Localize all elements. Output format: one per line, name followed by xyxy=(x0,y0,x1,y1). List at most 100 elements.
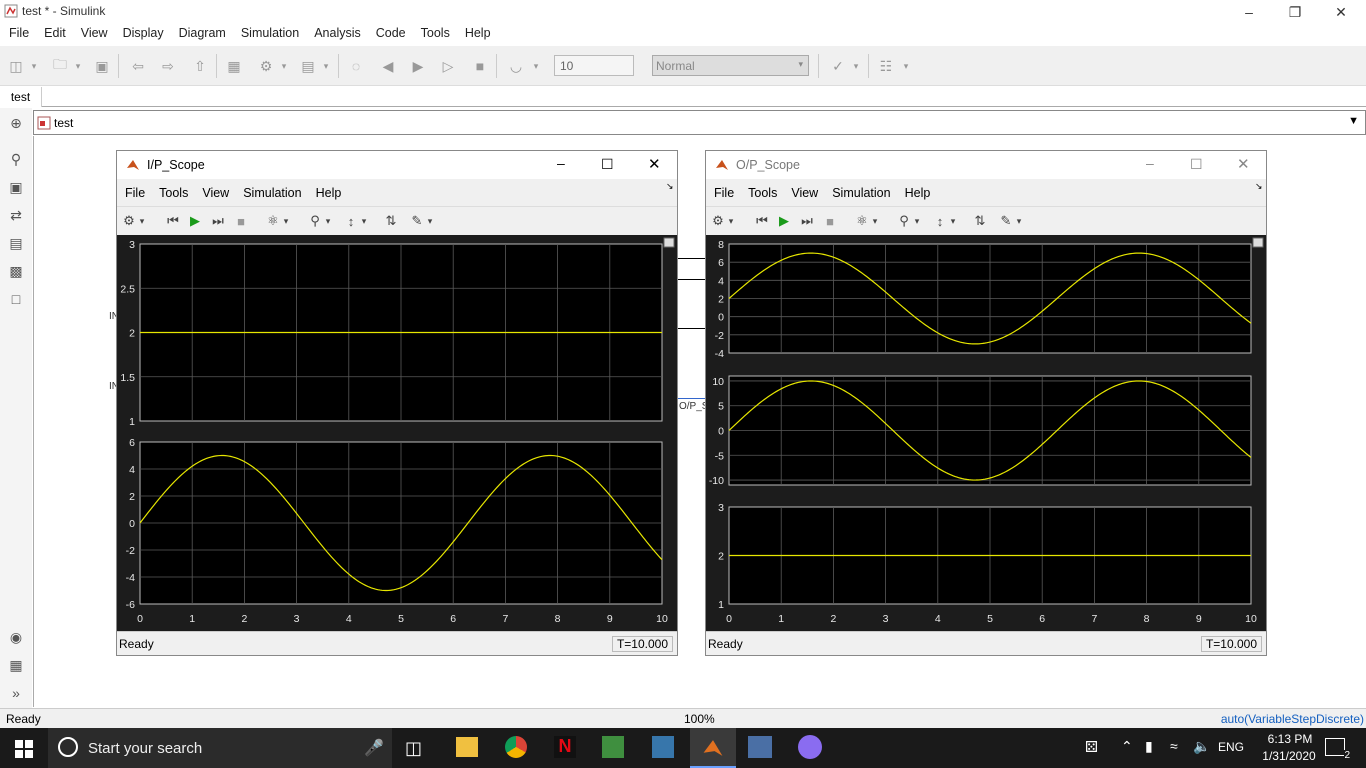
image-icon[interactable]: ▩ xyxy=(6,262,26,280)
menu-code[interactable]: Code xyxy=(369,24,414,44)
chevron-down-icon[interactable]: ▾ xyxy=(530,56,542,76)
clock-date[interactable]: 1/31/2020 xyxy=(1256,749,1322,763)
signal-line[interactable] xyxy=(677,328,707,329)
expand-icon[interactable]: » xyxy=(6,684,26,702)
maximize-button[interactable]: ☐ xyxy=(601,156,614,173)
chevron-down-icon[interactable]: ▾ xyxy=(912,211,922,231)
windows-start-icon[interactable] xyxy=(15,740,33,758)
scope-view-icon[interactable]: ◡ xyxy=(506,56,526,76)
measurements-icon[interactable]: ✎ xyxy=(407,211,427,231)
file-explorer-icon[interactable] xyxy=(456,737,478,757)
netflix-icon[interactable]: N xyxy=(554,736,576,758)
chevron-down-icon[interactable]: ▾ xyxy=(72,56,84,76)
up-arrow-icon[interactable]: ⇧ xyxy=(190,56,210,76)
restore-button[interactable]: ❐ xyxy=(1272,0,1318,24)
signal-line[interactable] xyxy=(677,258,707,259)
area-icon[interactable]: □ xyxy=(6,290,26,308)
chevron-down-icon[interactable]: ▾ xyxy=(323,211,333,231)
maximize-button[interactable]: ☐ xyxy=(1190,156,1203,173)
chevron-down-icon[interactable]: ▾ xyxy=(425,211,435,231)
build-icon[interactable]: ☷ xyxy=(876,56,896,76)
menu-tools[interactable]: Tools xyxy=(742,179,785,205)
tab-test[interactable]: test xyxy=(0,87,42,107)
microphone-icon[interactable]: 🎤 xyxy=(364,738,384,758)
record-icon[interactable]: ◌ xyxy=(346,56,366,76)
menu-edit[interactable]: Edit xyxy=(37,24,74,44)
minimize-button[interactable]: – xyxy=(557,155,565,171)
stop-icon[interactable]: ■ xyxy=(231,211,251,231)
step-forward-icon[interactable]: ▷ xyxy=(438,56,458,76)
chevron-down-icon[interactable]: ▾ xyxy=(137,211,147,231)
undock-icon[interactable]: ↘ xyxy=(666,181,674,192)
search-box[interactable]: Start your search 🎤 xyxy=(48,728,392,768)
chevron-down-icon[interactable]: ▾ xyxy=(948,211,958,231)
hide-explorer-icon[interactable]: ⊕ xyxy=(6,114,26,132)
chevron-down-icon[interactable]: ▼ xyxy=(1348,115,1359,127)
autoscale-icon[interactable] xyxy=(1252,237,1264,248)
task-view-icon[interactable]: ◫ xyxy=(405,738,422,759)
step-forward-icon[interactable]: ⏭ xyxy=(797,211,817,231)
chevron-down-icon[interactable]: ▾ xyxy=(726,211,736,231)
menu-help[interactable]: Help xyxy=(899,179,939,205)
chevron-down-icon[interactable]: ▾ xyxy=(900,56,912,76)
menu-help[interactable]: Help xyxy=(458,24,499,44)
signal-line[interactable] xyxy=(677,279,707,280)
matlab-taskbar-item[interactable] xyxy=(690,728,736,768)
menu-view[interactable]: View xyxy=(785,179,826,205)
menu-analysis[interactable]: Analysis xyxy=(307,24,369,44)
step-back-icon[interactable]: ⏮ xyxy=(163,211,183,231)
close-button[interactable]: ✕ xyxy=(648,155,661,173)
chrome-icon[interactable] xyxy=(505,736,527,758)
signal-line[interactable] xyxy=(677,398,707,399)
zoom-icon[interactable]: ⚲ xyxy=(894,211,914,231)
battery-icon[interactable]: ▮ xyxy=(1145,738,1153,755)
python-icon[interactable] xyxy=(652,736,674,758)
menu-diagram[interactable]: Diagram xyxy=(172,24,234,44)
menu-simulation[interactable]: Simulation xyxy=(237,179,309,205)
stop-icon[interactable]: ■ xyxy=(820,211,840,231)
notepad-app-icon[interactable] xyxy=(602,736,624,758)
model-browser-icon[interactable]: ▦ xyxy=(6,656,26,674)
zoom-icon[interactable]: ⚲ xyxy=(6,150,26,168)
stop-icon[interactable]: ■ xyxy=(470,56,490,76)
library-browser-icon[interactable]: ▦ xyxy=(224,56,244,76)
route-lines-icon[interactable]: ⇄ xyxy=(6,206,26,224)
step-back-icon[interactable]: ◀ xyxy=(378,56,398,76)
volume-icon[interactable]: 🔈 xyxy=(1193,738,1210,755)
address-bar[interactable]: test ▼ xyxy=(33,110,1366,135)
solver-link[interactable]: auto(VariableStepDiscrete) xyxy=(1221,712,1364,726)
save-icon[interactable]: ▣ xyxy=(92,56,112,76)
language-indicator[interactable]: ENG xyxy=(1218,740,1244,754)
run-icon[interactable]: ▶ xyxy=(774,211,794,231)
annotation-icon[interactable]: ▤ xyxy=(6,234,26,252)
menu-help[interactable]: Help xyxy=(310,179,350,205)
menu-file[interactable]: File xyxy=(708,179,742,205)
undock-icon[interactable]: ↘ xyxy=(1255,181,1263,192)
scale-axes-icon[interactable]: ↕ xyxy=(341,211,361,231)
highlight-block-icon[interactable]: ⚛ xyxy=(263,211,283,231)
chevron-up-icon[interactable]: ⌃ xyxy=(1121,738,1133,755)
minimize-button[interactable]: – xyxy=(1146,155,1154,171)
back-arrow-icon[interactable]: ⇦ xyxy=(128,56,148,76)
menu-tools[interactable]: Tools xyxy=(153,179,196,205)
model-settings-icon[interactable]: ▤ xyxy=(298,56,318,76)
step-back-icon[interactable]: ⏮ xyxy=(752,211,772,231)
close-button[interactable]: ✕ xyxy=(1237,155,1250,173)
ip-scope-window[interactable]: I/P_Scope – ☐ ✕ File Tools View Simulati… xyxy=(116,150,678,656)
step-forward-icon[interactable]: ⏭ xyxy=(208,211,228,231)
op-scope-window[interactable]: O/P_Scope – ☐ ✕ File Tools View Simulati… xyxy=(705,150,1267,656)
model-advisor-icon[interactable]: ✓ xyxy=(828,56,848,76)
chevron-down-icon[interactable]: ▾ xyxy=(870,211,880,231)
menu-display[interactable]: Display xyxy=(116,24,172,44)
menu-view[interactable]: View xyxy=(196,179,237,205)
triggers-icon[interactable]: ⇅ xyxy=(970,211,990,231)
menu-file[interactable]: File xyxy=(119,179,153,205)
menu-view[interactable]: View xyxy=(74,24,116,44)
people-icon[interactable]: ⚄ xyxy=(1085,738,1098,756)
chevron-down-icon[interactable]: ▾ xyxy=(850,56,862,76)
chevron-down-icon[interactable]: ▾ xyxy=(281,211,291,231)
simulation-mode-select[interactable]: Normal ▾ xyxy=(652,55,809,76)
highlight-block-icon[interactable]: ⚛ xyxy=(852,211,872,231)
wifi-icon[interactable]: ≈ xyxy=(1170,738,1178,754)
run-icon[interactable]: ▶ xyxy=(185,211,205,231)
